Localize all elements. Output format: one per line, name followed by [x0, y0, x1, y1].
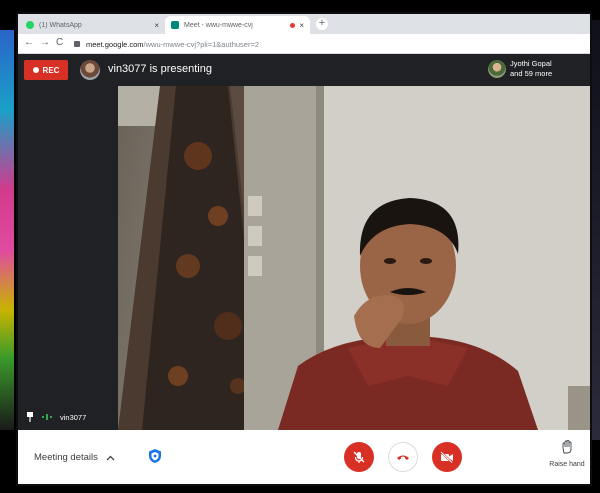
address-bar: ← → C meet.google.com/wwu-mwwe-cvj?pli=1… [18, 34, 590, 54]
participant-avatar[interactable] [488, 60, 506, 78]
mic-toggle-button[interactable] [344, 442, 374, 472]
leave-call-button[interactable] [388, 442, 418, 472]
self-view-label: vin3077 [18, 406, 118, 430]
whatsapp-icon [26, 21, 34, 29]
desktop-background-left [0, 30, 14, 430]
meeting-controls-bar: Meeting details Raise hand [18, 430, 590, 484]
camera-toggle-button[interactable] [432, 442, 462, 472]
rec-label: REC [42, 65, 60, 75]
camera-off-icon [440, 451, 453, 463]
participants-summary[interactable]: Jyothi Gopal and 59 more [510, 59, 552, 79]
video-frame [118, 86, 590, 430]
close-icon[interactable]: × [299, 21, 304, 30]
close-icon[interactable]: × [154, 21, 159, 30]
shield-icon[interactable] [148, 448, 162, 464]
url-host: meet.google.com [86, 39, 144, 49]
desktop-background-right [590, 20, 600, 440]
record-dot-icon [32, 67, 39, 73]
meeting-stage: vin3077 [18, 86, 590, 430]
tab-meet[interactable]: Meet - wwu-mwwe-cvj × [165, 16, 310, 34]
tab-whatsapp[interactable]: (1) WhatsApp × [20, 16, 165, 34]
meeting-details-label: Meeting details [34, 452, 98, 463]
audio-level-icon [42, 414, 52, 420]
lock-icon [74, 41, 80, 47]
browser-window: (1) WhatsApp × Meet - wwu-mwwe-cvj × + ←… [18, 14, 590, 484]
forward-button[interactable]: → [40, 37, 50, 48]
raise-hand-label: Raise hand [549, 461, 585, 468]
reload-button[interactable]: C [56, 37, 63, 48]
recording-badge: REC [24, 60, 68, 80]
mic-off-icon [353, 451, 365, 463]
self-name: vin3077 [60, 413, 87, 422]
new-tab-button[interactable]: + [316, 18, 328, 30]
presenting-status: vin3077 is presenting [108, 63, 212, 75]
chevron-up-icon [106, 455, 115, 460]
raise-hand-button[interactable]: Raise hand [544, 440, 590, 480]
participant-more: and 59 more [510, 69, 553, 78]
tab-title: (1) WhatsApp [39, 21, 82, 29]
pin-icon[interactable] [26, 412, 34, 422]
call-end-icon [397, 455, 409, 460]
back-button[interactable]: ← [24, 37, 34, 48]
meet-icon [171, 21, 179, 29]
tab-strip: (1) WhatsApp × Meet - wwu-mwwe-cvj × + [18, 14, 590, 34]
meet-header: REC vin3077 is presenting Jyothi Gopal a… [18, 54, 590, 86]
participant-name: Jyothi Gopal [510, 59, 552, 68]
presenter-avatar [80, 60, 100, 80]
tab-title: Meet - wwu-mwwe-cvj [184, 21, 253, 29]
recording-indicator-icon [290, 22, 296, 28]
url-field[interactable]: meet.google.com/wwu-mwwe-cvj?pli=1&authu… [74, 37, 574, 51]
meeting-details-button[interactable]: Meeting details [34, 452, 115, 463]
url-path: /wwu-mwwe-cvj?pli=1&authuser=2 [143, 39, 260, 49]
hand-icon [562, 440, 572, 454]
presentation-video [118, 86, 590, 430]
